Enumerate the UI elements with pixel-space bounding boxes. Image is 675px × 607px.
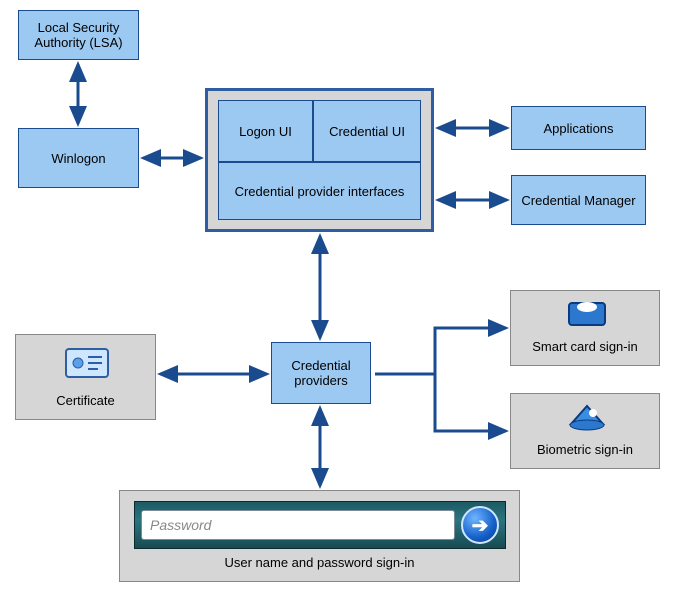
box-applications: Applications xyxy=(511,106,646,150)
box-credential-ui: Credential UI xyxy=(313,100,421,162)
panel-certificate: Certificate xyxy=(15,334,156,420)
box-credential-manager-label: Credential Manager xyxy=(521,193,635,208)
box-credential-providers: Credential providers xyxy=(271,342,371,404)
box-lsa: Local Security Authority (LSA) xyxy=(18,10,139,60)
box-cp-interfaces-label: Credential provider interfaces xyxy=(235,184,405,199)
password-input[interactable]: Password xyxy=(141,510,455,540)
box-credential-providers-label: Credential providers xyxy=(276,358,366,388)
panel-smart-card-label: Smart card sign-in xyxy=(511,339,659,354)
password-submit-button[interactable]: ➔ xyxy=(461,506,499,544)
panel-smart-card: Smart card sign-in xyxy=(510,290,660,366)
certificate-icon xyxy=(64,345,110,381)
panel-certificate-label: Certificate xyxy=(16,393,155,408)
box-winlogon: Winlogon xyxy=(18,128,139,188)
arrow-right-icon: ➔ xyxy=(472,513,489,538)
panel-password-label: User name and password sign-in xyxy=(120,555,519,570)
box-winlogon-label: Winlogon xyxy=(51,151,105,166)
box-logon-ui-label: Logon UI xyxy=(239,124,292,139)
box-lsa-label: Local Security Authority (LSA) xyxy=(23,20,134,50)
password-placeholder: Password xyxy=(150,517,211,533)
password-field-container: Password ➔ xyxy=(134,501,506,549)
panel-password: Password ➔ User name and password sign-i… xyxy=(119,490,520,582)
panel-biometric: Biometric sign-in xyxy=(510,393,660,469)
box-cp-interfaces: Credential provider interfaces xyxy=(218,162,421,220)
panel-biometric-label: Biometric sign-in xyxy=(511,442,659,457)
smart-card-icon xyxy=(567,297,607,329)
box-logon-ui: Logon UI xyxy=(218,100,313,162)
diagram-canvas: Local Security Authority (LSA) Winlogon … xyxy=(0,0,675,607)
box-applications-label: Applications xyxy=(543,121,613,136)
biometric-icon xyxy=(567,400,607,432)
box-credential-manager: Credential Manager xyxy=(511,175,646,225)
box-credential-ui-label: Credential UI xyxy=(329,124,405,139)
